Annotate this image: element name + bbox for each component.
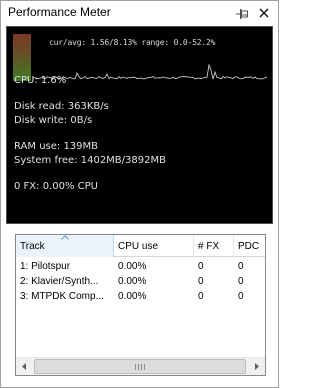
- close-icon: [259, 8, 269, 18]
- disk-read-stat: Disk read: 363KB/s: [14, 101, 109, 112]
- scroll-right-button[interactable]: [248, 358, 265, 375]
- table-row[interactable]: 3: MTPDK Comp... 0.00% 0 0: [16, 290, 265, 304]
- fx-count-cell: 0: [198, 291, 204, 302]
- pdc-cell: 0: [238, 261, 244, 272]
- thumb-grip: [135, 364, 136, 370]
- performance-panel: cur/avg: 1.56/8.13% range: 0.0-52.2% CPU…: [6, 26, 273, 224]
- column-header-fx[interactable]: # FX: [194, 235, 234, 257]
- ram-use-stat: RAM use: 139MB: [14, 141, 99, 152]
- column-header-track-label: Track: [20, 241, 45, 252]
- scrollbar-thumb[interactable]: [34, 359, 246, 374]
- close-button[interactable]: [256, 5, 272, 21]
- cpu-graph-line: [32, 63, 268, 80]
- window-title: Performance Meter: [8, 5, 111, 19]
- thumb-grip: [141, 364, 142, 370]
- track-name-cell: 3: MTPDK Comp...: [20, 291, 104, 302]
- pin-icon: [236, 9, 248, 19]
- arrow-right-icon: [255, 363, 259, 370]
- track-list-header: Track CPU use # FX PDC: [16, 235, 265, 257]
- column-header-cpu-use-label: CPU use: [118, 241, 159, 252]
- arrow-left-icon: [22, 363, 26, 370]
- cpu-history-bar: [13, 34, 31, 81]
- title-bar: Performance Meter: [1, 1, 278, 25]
- track-list[interactable]: Track CPU use # FX PDC 1: Pilotspur 0.00…: [15, 234, 266, 376]
- table-row[interactable]: 1: Pilotspur 0.00% 0 0: [16, 260, 265, 274]
- column-header-fx-label: # FX: [198, 241, 220, 252]
- fx-count-cell: 0: [198, 261, 204, 272]
- thumb-grip: [138, 364, 139, 370]
- scroll-left-button[interactable]: [16, 358, 33, 375]
- track-name-cell: 2: Klavier/Synth...: [20, 276, 99, 287]
- fx-count-cell: 0: [198, 276, 204, 287]
- thumb-grip: [144, 364, 145, 370]
- track-name-cell: 1: Pilotspur: [20, 261, 71, 272]
- fx-stat: 0 FX: 0.00% CPU: [14, 181, 98, 192]
- system-free-stat: System free: 1402MB/3892MB: [14, 155, 166, 166]
- cpu-use-cell: 0.00%: [118, 291, 147, 302]
- pdc-cell: 0: [238, 276, 244, 287]
- column-header-pdc[interactable]: PDC: [234, 235, 265, 257]
- table-row[interactable]: 2: Klavier/Synth... 0.00% 0 0: [16, 275, 265, 289]
- horizontal-scrollbar[interactable]: [16, 357, 265, 375]
- cpu-use-cell: 0.00%: [118, 261, 147, 272]
- column-header-pdc-label: PDC: [238, 241, 260, 252]
- disk-write-stat: Disk write: 0B/s: [14, 115, 93, 126]
- cpu-use-cell: 0.00%: [118, 276, 147, 287]
- performance-meter-window: Performance Meter cur/avg: 1.56/8.13% ra…: [0, 0, 279, 388]
- cpu-stat: CPU: 1.6%: [14, 75, 67, 86]
- pdc-cell: 0: [238, 291, 244, 302]
- column-header-cpu-use[interactable]: CPU use: [114, 235, 194, 257]
- column-header-track[interactable]: Track: [16, 235, 114, 257]
- sort-ascending-icon: [61, 235, 69, 240]
- graph-label: cur/avg: 1.56/8.13% range: 0.0-52.2%: [49, 38, 216, 47]
- pin-button[interactable]: [236, 5, 250, 21]
